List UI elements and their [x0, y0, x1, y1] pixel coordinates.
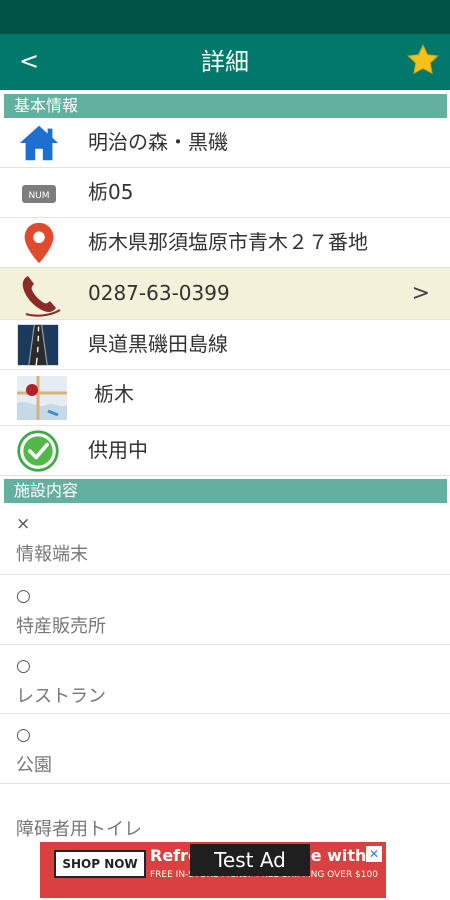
number-badge-text: NUM: [28, 191, 49, 201]
status-bar: [0, 0, 450, 34]
map-icon: [17, 376, 67, 420]
location-pin-icon: [24, 222, 54, 264]
facility-item-souvenir-shop: ○ 特産販売所: [0, 575, 450, 645]
facility-number: 栃05: [88, 180, 134, 204]
facility-item-label: 情報端末: [16, 544, 88, 565]
circle-mark-icon: ○: [16, 656, 31, 676]
shop-now-button[interactable]: SHOP NOW: [54, 850, 146, 878]
app-bar: < 詳細: [0, 34, 450, 90]
facility-address: 栃木県那須塩原市青木２７番地: [88, 230, 368, 254]
number-badge-icon: NUM: [22, 185, 56, 203]
status-text: 供用中: [88, 438, 148, 462]
phone-row[interactable]: 0287-63-0399 >: [0, 268, 450, 320]
facility-item-park: ○ 公園: [0, 714, 450, 784]
cross-mark-icon: ×: [16, 514, 31, 534]
prefecture-row: 栃木: [0, 370, 450, 426]
ad-banner[interactable]: Refresh your home with c FREE IN-STORE P…: [40, 842, 386, 898]
page-title: 詳細: [201, 48, 249, 76]
facility-item-label: レストラン: [16, 686, 106, 707]
road-row: 県道黒磯田島線: [0, 320, 450, 370]
facility-item-label: 公園: [16, 755, 52, 776]
circle-mark-icon: ○: [16, 586, 31, 606]
facility-item-info-terminal: × 情報端末: [0, 503, 450, 575]
name-row: 明治の森・黒磯: [0, 118, 450, 168]
road-name: 県道黒磯田島線: [88, 332, 228, 356]
phone-number[interactable]: 0287-63-0399: [88, 279, 230, 307]
facility-item-restaurant: ○ レストラン: [0, 645, 450, 714]
chevron-right-icon: >: [411, 281, 430, 306]
facility-item-label: 障碍者用トイレ: [16, 819, 142, 840]
facility-item-label: 特産販売所: [16, 616, 106, 637]
test-ad-label: Test Ad: [190, 844, 310, 876]
prefecture-name: 栃木: [94, 382, 134, 406]
circle-mark-icon: ○: [16, 725, 31, 745]
section-header-facilities: 施設内容: [4, 479, 447, 503]
number-row: NUM 栃05: [0, 168, 450, 218]
road-icon: [17, 324, 59, 366]
status-row: 供用中: [0, 426, 450, 476]
address-row: 栃木県那須塩原市青木２７番地: [0, 218, 450, 268]
section-header-basic-info: 基本情報: [4, 94, 447, 118]
phone-icon: [22, 276, 61, 317]
check-circle-icon: [17, 430, 59, 472]
ad-close-icon[interactable]: ✕: [366, 846, 382, 862]
home-icon: [19, 125, 59, 161]
favorite-star-icon[interactable]: [406, 43, 440, 77]
facility-name: 明治の森・黒磯: [88, 130, 228, 154]
